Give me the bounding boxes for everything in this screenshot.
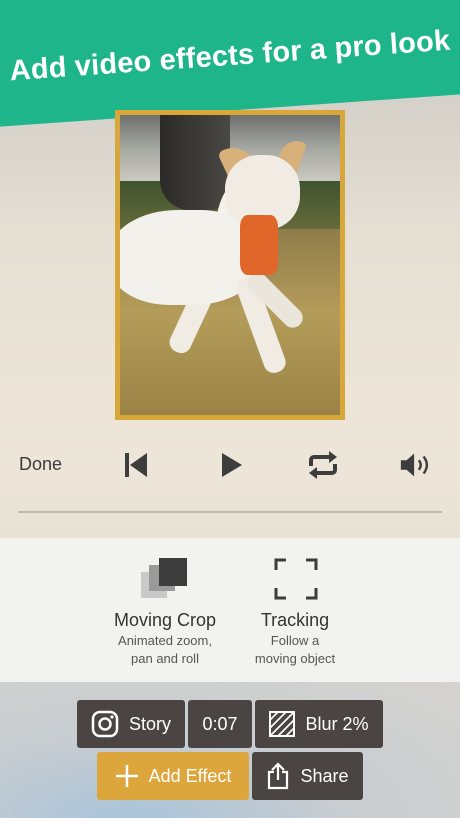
story-button[interactable]: Story (77, 700, 185, 748)
done-button[interactable]: Done (19, 454, 62, 475)
skip-back-icon[interactable] (118, 448, 154, 482)
add-effect-label: Add Effect (148, 765, 232, 786)
add-effect-button[interactable]: Add Effect (97, 752, 249, 800)
video-frame-image (120, 115, 340, 415)
volume-icon[interactable] (398, 448, 434, 482)
tracking-title: Tracking (260, 610, 330, 630)
share-button[interactable]: Share (252, 752, 363, 800)
tracking-subtitle: Follow a moving object (254, 633, 336, 666)
timeline-scrubber[interactable] (18, 511, 442, 513)
tracking-frame-icon (271, 556, 321, 602)
layers-crop-icon (139, 556, 189, 602)
blur-label: Blur 2% (305, 713, 369, 734)
video-preview[interactable] (115, 110, 345, 420)
blur-pattern-icon (269, 711, 296, 737)
playback-controls: Done (0, 440, 460, 490)
share-label: Share (300, 765, 349, 786)
story-label: Story (128, 713, 171, 734)
duration-button[interactable]: 0:07 (188, 700, 252, 748)
share-icon (266, 762, 290, 790)
instagram-icon (91, 710, 119, 738)
loop-icon[interactable] (305, 448, 341, 482)
effects-panel: Moving Crop Animated zoom, pan and roll … (0, 538, 460, 682)
play-icon[interactable] (213, 448, 249, 482)
action-bar: Story 0:07 Blur 2% Add Effect Share (0, 682, 460, 818)
plus-icon (115, 764, 139, 788)
blur-button[interactable]: Blur 2% (255, 700, 383, 748)
duration-label: 0:07 (202, 713, 238, 734)
